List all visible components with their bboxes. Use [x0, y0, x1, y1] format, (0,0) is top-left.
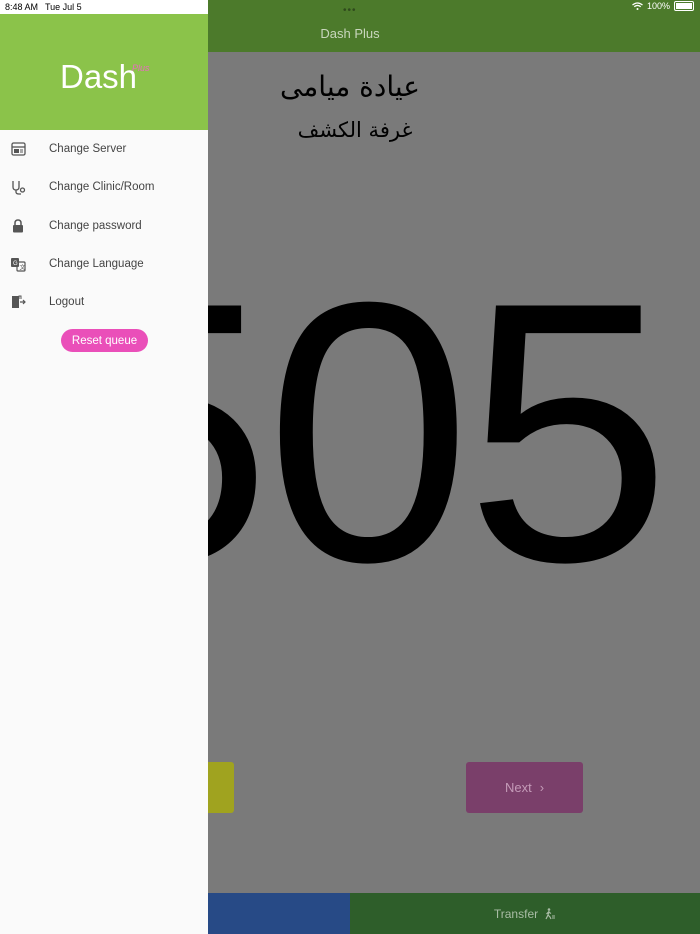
walking-person-icon [545, 907, 556, 919]
lock-icon [10, 218, 26, 234]
svg-text:G: G [13, 261, 18, 267]
menu-label: Change password [49, 219, 142, 232]
navigation-drawer: Dash Plus Change Server Change Clinic/Ro… [0, 0, 208, 934]
next-label: Next [504, 780, 532, 795]
clinic-name: عيادة ميامى [279, 70, 421, 103]
drawer-menu: Change Server Change Clinic/Room Change … [0, 130, 208, 321]
transfer-button[interactable]: Transfer [350, 893, 700, 934]
room-name: غرفة الكشف [297, 118, 413, 142]
menu-label: Logout [49, 296, 85, 309]
status-bar: 8:48 AM Tue Jul 5 100% [0, 0, 700, 14]
menu-label: Change Language [49, 258, 144, 271]
status-time: 8:48 AM [5, 2, 39, 12]
battery-icon [674, 1, 694, 11]
menu-label: Change Server [49, 143, 127, 156]
app-logo: Dash [60, 58, 138, 95]
drawer-header: Dash Plus [0, 14, 208, 130]
svg-text:文: 文 [20, 263, 26, 271]
menu-item-change-clinic-room[interactable]: Change Clinic/Room [0, 168, 208, 206]
menu-label: Change Clinic/Room [49, 181, 155, 194]
translate-icon: G文 [10, 256, 26, 272]
status-right: 100% [632, 1, 694, 11]
status-date: Tue Jul 5 [45, 2, 82, 12]
transfer-label: Transfer [493, 906, 539, 921]
menu-item-change-server[interactable]: Change Server [0, 130, 208, 168]
menu-item-change-language[interactable]: G文 Change Language [0, 245, 208, 283]
chevron-right-icon: › [539, 780, 545, 795]
clinic-icon [10, 179, 26, 195]
next-button[interactable]: Next › [466, 762, 583, 813]
menu-item-logout[interactable]: Logout [0, 283, 208, 321]
battery-percent: 100% [646, 1, 670, 11]
server-icon [10, 141, 26, 157]
menu-item-change-password[interactable]: Change password [0, 207, 208, 245]
logout-icon [10, 294, 26, 310]
app-logo-sup: Plus [132, 63, 150, 73]
wifi-icon [632, 2, 643, 10]
reset-queue-button[interactable]: Reset queue [61, 329, 148, 352]
